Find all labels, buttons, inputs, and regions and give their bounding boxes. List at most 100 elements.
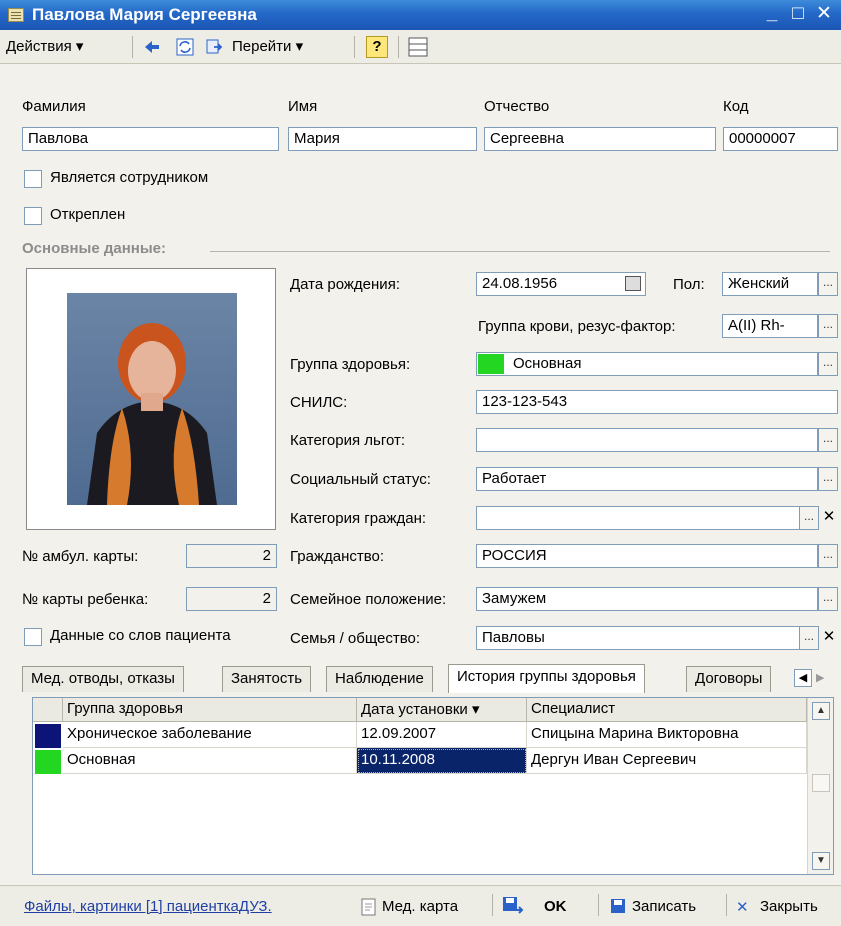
tab-employment[interactable]: Занятость — [222, 666, 312, 692]
employee-label: Является сотрудником — [50, 169, 209, 186]
birth-date-field[interactable]: 24.08.1956 — [476, 272, 646, 296]
social-status-label: Социальный статус: — [290, 471, 431, 488]
tab-scroll-right-button[interactable]: ▶ — [816, 669, 824, 687]
family-clear-button[interactable]: ✕ — [820, 626, 838, 650]
cell-group: Основная — [63, 748, 357, 774]
refresh-icon[interactable] — [176, 38, 194, 56]
ok-save-icon — [503, 897, 524, 914]
goto-object-icon[interactable] — [206, 38, 224, 56]
citizen-category-clear-button[interactable]: ✕ — [820, 506, 838, 530]
window-form-icon — [8, 8, 24, 22]
cell-specialist: Спицына Марина Викторовна — [527, 722, 807, 748]
patient-photo-frame[interactable] — [26, 268, 276, 530]
bottom-bar: Файлы, картинки [1] пациенткаДУЗ. Мед. к… — [0, 885, 841, 926]
first-name-label: Имя — [288, 98, 318, 115]
amb-card-label: № амбул. карты: — [22, 548, 139, 565]
patient-words-label: Данные со слов пациента — [50, 627, 231, 644]
family-field[interactable]: Павловы — [476, 626, 818, 650]
last-name-field[interactable]: Павлова — [22, 127, 279, 151]
close-window-button[interactable]: ✕ — [813, 3, 835, 25]
blood-group-field[interactable]: A(II) Rh- — [722, 314, 818, 338]
citizenship-label: Гражданство: — [290, 548, 385, 565]
cell-group: Хроническое заболевание — [63, 722, 357, 748]
citizenship-select-button[interactable]: ... — [818, 544, 838, 568]
amb-card-field[interactable]: 2 — [186, 544, 277, 568]
child-card-label: № карты ребенка: — [22, 591, 149, 608]
benefit-category-field[interactable] — [476, 428, 818, 452]
med-card-button[interactable]: Мед. карта — [382, 898, 458, 915]
benefit-category-select-button[interactable]: ... — [818, 428, 838, 452]
tab-scroll-left-button[interactable]: ◀ — [794, 669, 812, 687]
files-images-link[interactable]: Файлы, картинки [1] пациенткаДУЗ. — [24, 898, 272, 915]
sex-select-button[interactable]: ... — [818, 272, 838, 296]
middle-name-field[interactable]: Сергеевна — [484, 127, 716, 151]
citizen-category-label: Категория граждан: — [290, 510, 427, 527]
patient-photo — [67, 293, 237, 505]
tab-health-group-history[interactable]: История группы здоровья — [448, 664, 645, 693]
patient-words-checkbox[interactable] — [24, 628, 42, 646]
scroll-down-button[interactable]: ▼ — [812, 852, 830, 870]
health-group-field[interactable]: Основная — [476, 352, 818, 376]
child-card-field[interactable]: 2 — [186, 587, 277, 611]
sex-label: Пол: — [673, 276, 705, 293]
cell-specialist: Дергун Иван Сергеевич — [527, 748, 807, 774]
health-group-select-button[interactable]: ... — [818, 352, 838, 376]
window-title: Павлова Мария Сергеевна — [32, 5, 257, 24]
detached-label: Откреплен — [50, 206, 126, 223]
citizen-category-select-button[interactable]: ... — [799, 506, 819, 530]
tab-med-exemptions[interactable]: Мед. отводы, отказы — [22, 666, 184, 692]
toolbar: Действия ▾ Перейти ▾ ? — [0, 30, 841, 64]
main-data-section-title: Основные данные: — [22, 240, 166, 257]
blood-group-label: Группа крови, резус-фактор: — [478, 318, 676, 335]
detached-checkbox[interactable] — [24, 207, 42, 225]
health-group-history-table: Группа здоровья Дата установки ▾ Специал… — [32, 697, 834, 875]
close-icon: ✕ — [736, 899, 749, 916]
family-label: Семья / общество: — [290, 630, 421, 647]
minimize-button[interactable]: _ — [761, 3, 783, 25]
scroll-thumb[interactable] — [812, 774, 830, 792]
tab-bar: Мед. отводы, отказы Занятость Наблюдение… — [22, 664, 840, 693]
first-name-field[interactable]: Мария — [288, 127, 477, 151]
table-header-marker — [33, 698, 63, 722]
citizenship-field[interactable]: РОССИЯ — [476, 544, 818, 568]
cell-date-selected: 10.11.2008 — [357, 748, 527, 774]
marital-status-label: Семейное положение: — [290, 591, 447, 608]
tab-contracts[interactable]: Договоры — [686, 666, 772, 692]
list-settings-icon[interactable] — [408, 37, 428, 57]
code-label: Код — [723, 98, 749, 115]
ok-button[interactable]: OK — [544, 898, 567, 915]
title-bar: Павлова Мария Сергеевна _ □ ✕ — [0, 0, 841, 30]
table-header-specialist[interactable]: Специалист — [527, 698, 807, 722]
blood-group-select-button[interactable]: ... — [818, 314, 838, 338]
cell-date: 12.09.2007 — [357, 722, 527, 748]
med-card-icon — [361, 898, 376, 916]
sex-field[interactable]: Женский — [722, 272, 818, 296]
snils-field[interactable]: 123-123-543 — [476, 390, 838, 414]
social-status-field[interactable]: Работает — [476, 467, 818, 491]
row-color-swatch — [35, 750, 61, 774]
back-arrow-icon[interactable] — [143, 38, 161, 56]
maximize-button[interactable]: □ — [787, 3, 809, 25]
calendar-icon[interactable] — [625, 276, 641, 291]
goto-menu[interactable]: Перейти ▾ — [232, 37, 303, 55]
citizen-category-field[interactable] — [476, 506, 818, 530]
actions-menu[interactable]: Действия ▾ — [6, 37, 83, 55]
snils-label: СНИЛС: — [290, 394, 348, 411]
last-name-label: Фамилия — [22, 98, 86, 115]
code-field[interactable]: 00000007 — [723, 127, 838, 151]
table-vertical-scrollbar[interactable]: ▲ ▼ — [807, 698, 833, 874]
benefit-category-label: Категория льгот: — [290, 432, 406, 449]
table-header-group[interactable]: Группа здоровья — [63, 698, 357, 722]
middle-name-label: Отчество — [484, 98, 550, 115]
marital-status-select-button[interactable]: ... — [818, 587, 838, 611]
close-button[interactable]: Закрыть — [760, 898, 818, 915]
scroll-up-button[interactable]: ▲ — [812, 702, 830, 720]
help-icon[interactable]: ? — [366, 36, 388, 58]
employee-checkbox[interactable] — [24, 170, 42, 188]
save-button[interactable]: Записать — [632, 898, 696, 915]
marital-status-field[interactable]: Замужем — [476, 587, 818, 611]
table-header-date[interactable]: Дата установки ▾ — [357, 698, 527, 722]
family-select-button[interactable]: ... — [799, 626, 819, 650]
tab-observation[interactable]: Наблюдение — [326, 666, 433, 692]
social-status-select-button[interactable]: ... — [818, 467, 838, 491]
